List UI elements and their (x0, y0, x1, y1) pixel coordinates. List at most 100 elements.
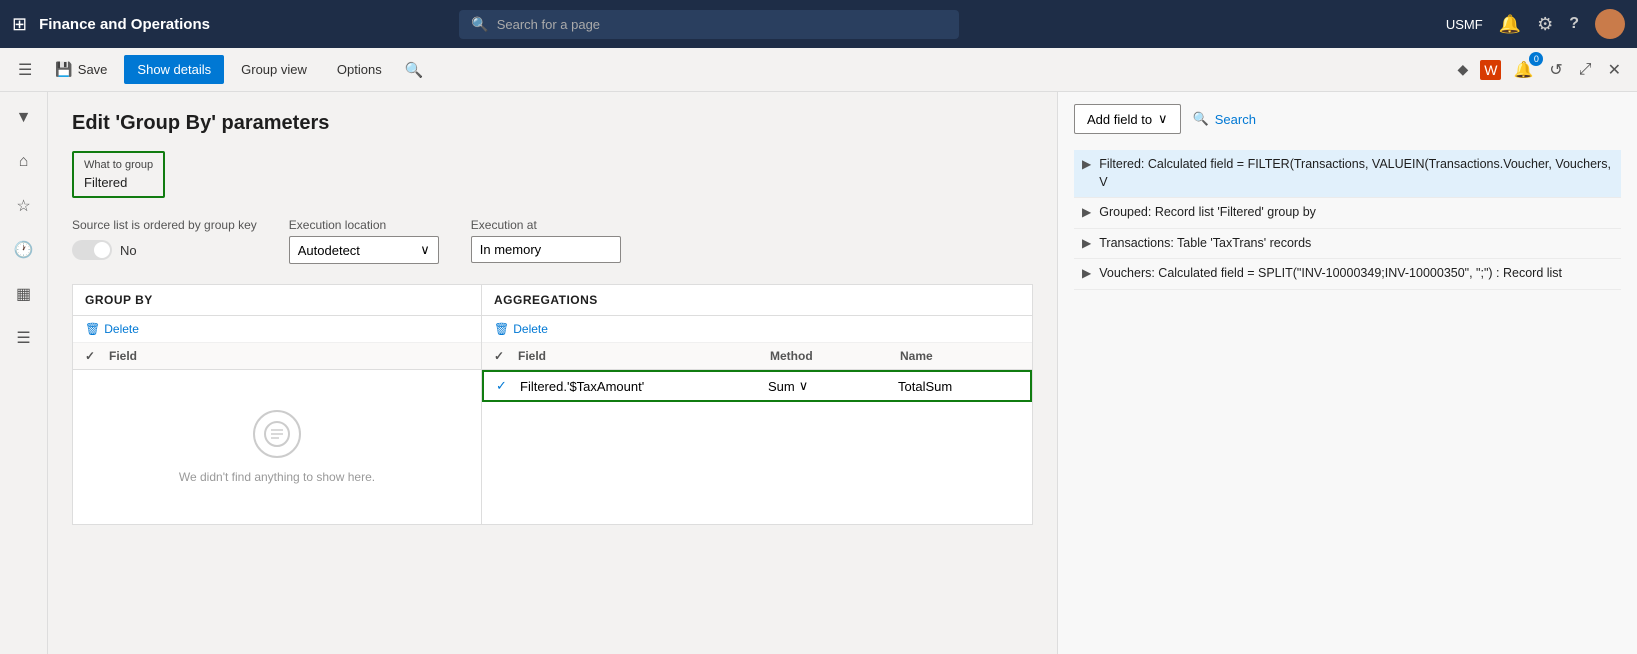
aggregations-delete-button[interactable]: 🗑 Delete (494, 320, 548, 338)
group-by-field-header: Field (109, 349, 469, 363)
search-icon-panel: 🔍 (1193, 111, 1209, 127)
notification-badge-icon[interactable]: 🔔 0 (1509, 56, 1537, 84)
toggle-row: No (72, 240, 257, 260)
agg-row-field: Filtered.'$TaxAmount' (520, 379, 768, 394)
aggregations-delete-row: 🗑 Delete (482, 316, 1032, 343)
grid-menu-icon[interactable]: ⊞ (12, 14, 27, 35)
tree-arrow-1: ▶ (1082, 205, 1091, 219)
toggle-label: No (120, 243, 137, 258)
page-title: Edit 'Group By' parameters (72, 112, 1033, 135)
execution-location-field: Execution location Autodetect ∨ (289, 218, 439, 264)
group-by-section: GROUP BY 🗑 Delete ✓ Field (72, 284, 482, 525)
source-list-field: Source list is ordered by group key No (72, 218, 257, 260)
save-icon: 💾 (55, 61, 72, 78)
execution-at-label: Execution at (471, 218, 621, 232)
trash-icon: 🗑 (85, 322, 100, 336)
user-avatar[interactable] (1595, 9, 1625, 39)
global-search-bar[interactable]: 🔍 (459, 10, 959, 39)
global-search-input[interactable] (497, 17, 948, 32)
toolbar-right-actions: ◆ W 🔔 0 ↺ ⤢ ✕ (1453, 56, 1625, 84)
chevron-down-icon: ∨ (420, 242, 430, 258)
close-icon[interactable]: ✕ (1604, 56, 1625, 84)
save-button[interactable]: 💾 Save (42, 54, 120, 85)
add-field-to-button[interactable]: Add field to ∨ (1074, 104, 1181, 134)
group-by-table-header: ✓ Field (73, 343, 481, 370)
tree-item-label-3: Vouchers: Calculated field = SPLIT("INV-… (1099, 265, 1613, 283)
group-by-delete-row: 🗑 Delete (73, 316, 481, 343)
search-icon: 🔍 (471, 16, 488, 33)
aggregation-row[interactable]: ✓ Filtered.'$TaxAmount' Sum ∨ TotalSum (482, 370, 1032, 402)
hamburger-icon[interactable]: ☰ (12, 56, 38, 84)
help-icon[interactable]: ? (1569, 15, 1579, 33)
left-sidebar: ▼ ⌂ ☆ 🕐 ▦ ☰ (0, 92, 48, 654)
tree-list: ▶ Filtered: Calculated field = FILTER(Tr… (1074, 150, 1621, 290)
sidebar-item-table[interactable]: ▦ (6, 276, 42, 312)
group-by-delete-button[interactable]: 🗑 Delete (85, 320, 139, 338)
settings-icon[interactable]: ⚙ (1537, 14, 1553, 35)
execution-location-label: Execution location (289, 218, 439, 232)
sidebar-item-star[interactable]: ☆ (6, 188, 42, 224)
sidebar-item-list[interactable]: ☰ (6, 320, 42, 356)
group-view-button[interactable]: Group view (228, 55, 320, 84)
agg-method-header: Method (770, 349, 900, 363)
tree-item-1[interactable]: ▶ Grouped: Record list 'Filtered' group … (1074, 198, 1621, 229)
show-details-button[interactable]: Show details (124, 55, 224, 84)
agg-row-method[interactable]: Sum ∨ (768, 378, 898, 394)
sidebar-item-home[interactable]: ⌂ (6, 144, 42, 180)
notification-icon[interactable]: 🔔 (1499, 14, 1521, 35)
method-chevron-icon: ∨ (799, 378, 809, 394)
nav-right-actions: USMF 🔔 ⚙ ? (1446, 9, 1625, 39)
empty-message: We didn't find anything to show here. (179, 470, 375, 484)
main-toolbar: ☰ 💾 Save Show details Group view Options… (0, 48, 1637, 92)
user-code-label: USMF (1446, 17, 1483, 32)
tree-item-2[interactable]: ▶ Transactions: Table 'TaxTrans' records (1074, 229, 1621, 260)
filter-icon: ▼ (16, 109, 32, 127)
top-navigation: ⊞ Finance and Operations 🔍 USMF 🔔 ⚙ ? (0, 0, 1637, 48)
source-list-label: Source list is ordered by group key (72, 218, 257, 232)
agg-name-header: Name (900, 349, 1020, 363)
agg-field-header: Field (518, 349, 770, 363)
app-title: Finance and Operations (39, 16, 210, 33)
group-by-empty-state: We didn't find anything to show here. (73, 370, 481, 524)
agg-row-name: TotalSum (898, 379, 1018, 394)
source-list-toggle[interactable] (72, 240, 112, 260)
star-icon: ☆ (16, 196, 30, 216)
what-to-group-label: What to group (84, 159, 153, 171)
ms-office-icon[interactable]: W (1480, 60, 1501, 80)
options-button[interactable]: Options (324, 55, 395, 84)
tree-item-0[interactable]: ▶ Filtered: Calculated field = FILTER(Tr… (1074, 150, 1621, 198)
toolbar-search-icon[interactable]: 🔍 (399, 57, 430, 83)
tables-area: GROUP BY 🗑 Delete ✓ Field (72, 284, 1033, 525)
group-by-header: GROUP BY (73, 285, 481, 316)
tree-arrow-2: ▶ (1082, 236, 1091, 250)
aggregations-header: AGGREGATIONS (482, 285, 1032, 316)
execution-location-select[interactable]: Autodetect ∨ (289, 236, 439, 264)
table-icon: ▦ (16, 284, 31, 304)
main-layout: ▼ ⌂ ☆ 🕐 ▦ ☰ Edit 'Group By' parameters W… (0, 92, 1637, 654)
execution-at-value: In memory (471, 236, 621, 263)
refresh-icon[interactable]: ↺ (1545, 56, 1566, 84)
tree-item-label-2: Transactions: Table 'TaxTrans' records (1099, 235, 1613, 253)
tree-item-label-1: Grouped: Record list 'Filtered' group by (1099, 204, 1613, 222)
sidebar-item-filter[interactable]: ▼ (6, 100, 42, 136)
tree-item-3[interactable]: ▶ Vouchers: Calculated field = SPLIT("IN… (1074, 259, 1621, 290)
execution-at-field: Execution at In memory (471, 218, 621, 263)
tree-arrow-3: ▶ (1082, 266, 1091, 280)
main-content: Edit 'Group By' parameters What to group… (48, 92, 1057, 654)
tree-item-label-0: Filtered: Calculated field = FILTER(Tran… (1099, 156, 1613, 191)
empty-icon (253, 410, 301, 458)
what-to-group-box[interactable]: What to group Filtered (72, 151, 165, 198)
clock-icon: 🕐 (14, 240, 34, 260)
add-field-row: Add field to ∨ 🔍 Search (1074, 104, 1621, 134)
sidebar-item-clock[interactable]: 🕐 (6, 232, 42, 268)
right-panel: Add field to ∨ 🔍 Search ▶ Filtered: Calc… (1057, 92, 1637, 654)
aggregations-section: AGGREGATIONS 🗑 Delete ✓ Field Method Nam… (482, 284, 1033, 525)
home-icon: ⌂ (19, 153, 29, 171)
diamond-icon[interactable]: ◆ (1453, 57, 1472, 82)
search-button[interactable]: 🔍 Search (1193, 111, 1256, 127)
what-to-group-value: Filtered (84, 175, 153, 190)
form-options-row: Source list is ordered by group key No E… (72, 218, 1033, 264)
expand-icon[interactable]: ⤢ (1575, 57, 1596, 83)
aggregations-table-header: ✓ Field Method Name (482, 343, 1032, 370)
list-icon: ☰ (16, 328, 30, 348)
